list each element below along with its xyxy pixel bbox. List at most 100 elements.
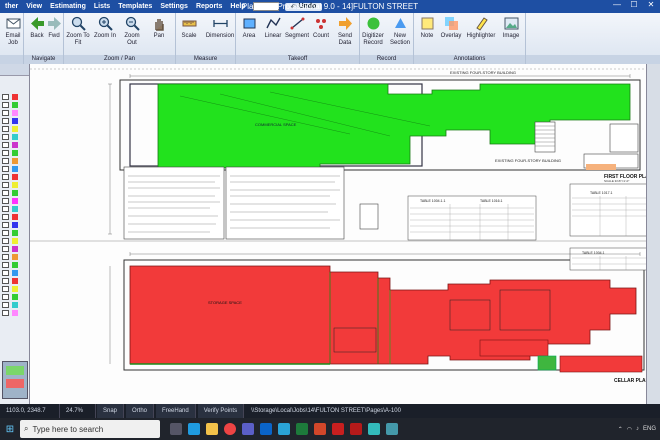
layer-checkbox[interactable] xyxy=(2,190,9,196)
menu-lists[interactable]: Lists xyxy=(91,3,113,10)
planswift-icon[interactable] xyxy=(278,423,290,435)
snap-toggle[interactable]: Snap xyxy=(97,404,125,418)
group-annotations: Note Overlay Highlighter Image Annotatio… xyxy=(414,13,526,64)
layer-checkbox[interactable] xyxy=(2,158,9,164)
powerpoint-icon[interactable] xyxy=(314,423,326,435)
taskbar-search[interactable]: ⌕ Type here to search xyxy=(20,420,160,438)
color-swatch xyxy=(12,206,18,212)
minimize-icon[interactable]: — xyxy=(610,0,624,9)
zoom-out-button[interactable]: Zoom Out xyxy=(119,16,145,47)
new-section-button[interactable]: New Section xyxy=(387,16,413,47)
layer-checkbox[interactable] xyxy=(2,310,9,316)
layer-checkbox[interactable] xyxy=(2,166,9,172)
count-button[interactable]: Count xyxy=(308,16,334,40)
layer-checkbox[interactable] xyxy=(2,102,9,108)
layer-checkbox[interactable] xyxy=(2,198,9,204)
color-swatch xyxy=(12,214,18,220)
ortho-toggle[interactable]: Ortho xyxy=(126,404,155,418)
menu-settings[interactable]: Settings xyxy=(157,3,191,10)
language-indicator[interactable]: ENG xyxy=(643,426,656,432)
excel-icon[interactable] xyxy=(296,423,308,435)
red-takeoff-area[interactable] xyxy=(129,265,637,365)
acrobat-icon-2[interactable] xyxy=(350,423,362,435)
menu-reports[interactable]: Reports xyxy=(193,3,225,10)
layer-checkbox[interactable] xyxy=(2,94,9,100)
chrome-icon[interactable] xyxy=(224,423,236,435)
drawing-canvas[interactable]: COMMERCIAL SPACE EXISTING FOUR-STORY BUI… xyxy=(30,64,660,404)
layer-checkbox[interactable] xyxy=(2,270,9,276)
group-navigate: Back Fwd Navigate xyxy=(24,13,64,64)
verify-points-toggle[interactable]: Verify Points xyxy=(197,404,245,418)
search-input[interactable] xyxy=(252,2,279,11)
table-title-2: TABLE 1016.1 xyxy=(480,199,503,203)
layer-checkbox[interactable] xyxy=(2,214,9,220)
page-thumbnail[interactable] xyxy=(2,361,28,399)
undo-button[interactable]: ↶ Undo xyxy=(284,2,323,11)
right-scroll-strip[interactable] xyxy=(646,64,660,404)
color-swatch xyxy=(12,190,18,196)
layer-checkbox[interactable] xyxy=(2,142,9,148)
email-job-button[interactable]: Email Job xyxy=(0,16,26,47)
task-view-icon[interactable] xyxy=(170,423,182,435)
note-button[interactable]: Note xyxy=(414,16,440,40)
windows-start-icon[interactable]: ⊞ xyxy=(0,424,20,435)
hand-icon xyxy=(154,19,164,31)
layer-checkbox[interactable] xyxy=(2,254,9,260)
maximize-icon[interactable]: ☐ xyxy=(627,0,641,9)
layer-checkbox[interactable] xyxy=(2,222,9,228)
segment-button[interactable]: Segment xyxy=(284,16,310,40)
color-swatch xyxy=(12,254,18,260)
zoom-in-button[interactable]: Zoom In xyxy=(92,16,118,40)
area-button[interactable]: Area xyxy=(236,16,262,40)
layer-checkbox[interactable] xyxy=(2,230,9,236)
layer-checkbox[interactable] xyxy=(2,286,9,292)
volume-icon[interactable]: ♪ xyxy=(636,426,639,432)
layer-checkbox[interactable] xyxy=(2,110,9,116)
layer-checkbox[interactable] xyxy=(2,294,9,300)
layer-checkbox[interactable] xyxy=(2,150,9,156)
outlook-icon[interactable] xyxy=(260,423,272,435)
existing-building-label-2: EXISTING FOUR-STORY BUILDING xyxy=(495,158,561,163)
layer-checkbox[interactable] xyxy=(2,246,9,252)
layer-checkbox[interactable] xyxy=(2,278,9,284)
network-icon[interactable]: ◠ xyxy=(627,426,632,433)
menu-estimating[interactable]: Estimating xyxy=(47,3,89,10)
image-button[interactable]: Image xyxy=(498,16,524,40)
zoom-to-fit-button[interactable]: Zoom To Fit xyxy=(65,16,91,47)
zoom-readout: 24.7% xyxy=(60,404,96,418)
layer-checkbox[interactable] xyxy=(2,182,9,188)
layer-checkbox[interactable] xyxy=(2,174,9,180)
layer-checkbox[interactable] xyxy=(2,134,9,140)
acrobat-icon[interactable] xyxy=(332,423,344,435)
send-data-button[interactable]: Send Data xyxy=(332,16,358,47)
menu-templates[interactable]: Templates xyxy=(115,3,155,10)
tray-arrow-icon[interactable]: ⌃ xyxy=(618,426,623,433)
menu-view[interactable]: View xyxy=(23,3,45,10)
edge-icon[interactable] xyxy=(188,423,200,435)
menu-other[interactable]: ther xyxy=(2,3,21,10)
layer-checkbox[interactable] xyxy=(2,126,9,132)
app-icon[interactable] xyxy=(386,423,398,435)
color-swatch xyxy=(12,150,18,156)
overlay-button[interactable]: Overlay xyxy=(438,16,464,40)
send-arrow-icon xyxy=(338,17,352,30)
app-icon[interactable] xyxy=(368,423,380,435)
dimension-button[interactable]: Dimension xyxy=(204,16,236,40)
layer-checkbox[interactable] xyxy=(2,206,9,212)
layer-checkbox[interactable] xyxy=(2,262,9,268)
pan-button[interactable]: Pan xyxy=(146,16,172,40)
layer-checkbox[interactable] xyxy=(2,302,9,308)
digitizer-record-button[interactable]: Digitizer Record xyxy=(360,16,386,47)
scale-button[interactable]: Scale xyxy=(176,16,202,40)
file-explorer-icon[interactable] xyxy=(206,423,218,435)
layer-checkbox[interactable] xyxy=(2,238,9,244)
layer-checkbox[interactable] xyxy=(2,118,9,124)
panel-toolbar xyxy=(0,64,29,76)
linear-button[interactable]: Linear xyxy=(260,16,286,40)
teams-icon[interactable] xyxy=(242,423,254,435)
segment-icon xyxy=(290,17,304,30)
menu-help[interactable]: Help xyxy=(227,3,248,10)
close-icon[interactable]: ✕ xyxy=(644,0,658,9)
freehand-toggle[interactable]: FreeHand xyxy=(156,404,196,418)
highlighter-button[interactable]: Highlighter xyxy=(464,16,498,40)
